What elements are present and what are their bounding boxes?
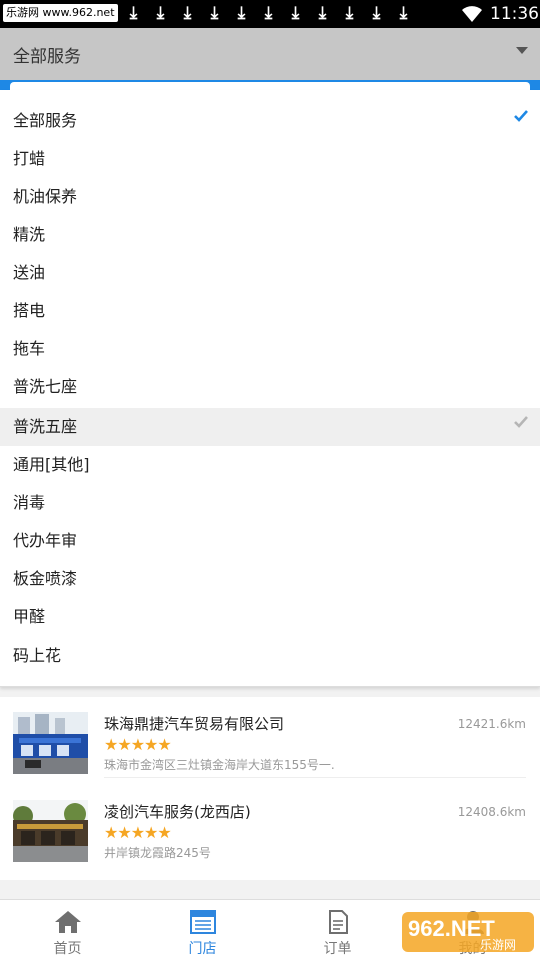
check-icon xyxy=(514,416,528,428)
watermark-logo-subtext: 乐游网 xyxy=(480,938,516,952)
nav-label: 门店 xyxy=(188,941,217,957)
option-fuel-delivery[interactable]: 送油 xyxy=(0,254,540,292)
status-bar: 乐游网 www.962.net ⤓ ⤓ ⤓ ⤓ ⤓ ⤓ ⤓ ⤓ ⤓ ⤓ ⤓ 11… xyxy=(0,0,540,28)
download-icon: ⤓ xyxy=(183,3,192,23)
option-general-other[interactable]: 通用[其他] xyxy=(0,446,540,484)
watermark-badge: 乐游网 www.962.net xyxy=(3,4,118,22)
option-label: 甲醛 xyxy=(13,607,46,626)
order-icon xyxy=(329,910,348,934)
chevron-down-icon xyxy=(516,47,528,54)
option-label: 通用[其他] xyxy=(13,455,90,474)
store-distance: 12421.6km xyxy=(457,717,526,731)
store-address: 珠海市金湾区三灶镇金海岸大道东155号一. xyxy=(104,758,335,772)
download-icon: ⤓ xyxy=(345,3,354,23)
store-photo xyxy=(13,712,88,774)
download-icon: ⤓ xyxy=(210,3,219,23)
store-distance: 12408.6km xyxy=(457,805,526,819)
home-icon xyxy=(55,911,81,933)
option-all-services[interactable]: 全部服务 xyxy=(0,102,540,140)
option-label: 精洗 xyxy=(13,225,46,244)
option-label: 送油 xyxy=(13,263,46,282)
download-icon: ⤓ xyxy=(372,3,381,23)
store-item[interactable]: 珠海鼎捷汽车贸易有限公司 12421.6km ★★★★★ 珠海市金湾区三灶镇金海… xyxy=(0,709,540,797)
rating-stars: ★★★★★ xyxy=(104,823,172,842)
download-icon: ⤓ xyxy=(291,3,300,23)
nav-label: 订单 xyxy=(323,941,352,957)
option-label: 代办年审 xyxy=(13,531,78,550)
watermark-logo: 962.NET 乐游网 xyxy=(402,912,534,952)
check-icon xyxy=(514,110,528,122)
option-wash-five-seat[interactable]: 普洗五座 xyxy=(0,408,540,446)
option-jump-start[interactable]: 搭电 xyxy=(0,292,540,330)
option-label: 板金喷漆 xyxy=(13,569,78,588)
store-item[interactable]: 凌创汽车服务(龙西店) 12408.6km ★★★★★ 井岸镇龙霞路245号 xyxy=(0,797,540,885)
option-annual-inspection[interactable]: 代办年审 xyxy=(0,522,540,560)
store-name: 凌创汽车服务(龙西店) xyxy=(104,803,251,821)
download-icon: ⤓ xyxy=(399,3,408,23)
option-ma-shang-hua[interactable]: 码上花 xyxy=(0,637,540,675)
search-bar-edge xyxy=(10,82,530,90)
option-label: 码上花 xyxy=(13,646,62,665)
store-address: 井岸镇龙霞路245号 xyxy=(104,846,211,860)
option-label: 全部服务 xyxy=(13,111,78,130)
download-icon: ⤓ xyxy=(156,3,165,23)
option-label: 拖车 xyxy=(13,339,46,358)
download-icon: ⤓ xyxy=(264,3,273,23)
store-icon xyxy=(190,910,216,934)
option-label: 机油保养 xyxy=(13,187,78,206)
download-icons: ⤓ ⤓ ⤓ ⤓ ⤓ ⤓ ⤓ ⤓ ⤓ ⤓ ⤓ xyxy=(120,2,417,26)
nav-orders[interactable]: 订单 xyxy=(270,900,405,960)
store-list: 珠海鼎捷汽车贸易有限公司 12421.6km ★★★★★ 珠海市金湾区三灶镇金海… xyxy=(0,697,540,880)
store-name: 珠海鼎捷汽车贸易有限公司 xyxy=(104,715,285,733)
rating-stars: ★★★★★ xyxy=(104,735,172,754)
clock: 11:36 xyxy=(490,4,539,24)
option-label: 打蜡 xyxy=(13,149,46,168)
option-label: 搭电 xyxy=(13,301,46,320)
option-label: 消毒 xyxy=(13,493,46,512)
service-dropdown-menu: 全部服务 打蜡 机油保养 精洗 送油 搭电 拖车 普洗七座 普洗五座 通用[其他… xyxy=(0,90,540,687)
nav-label: 首页 xyxy=(53,941,82,957)
option-tow[interactable]: 拖车 xyxy=(0,330,540,368)
option-fine-wash[interactable]: 精洗 xyxy=(0,216,540,254)
download-icon: ⤓ xyxy=(237,3,246,23)
selected-service: 全部服务 xyxy=(13,47,81,67)
option-wash-seven-seat[interactable]: 普洗七座 xyxy=(0,368,540,406)
option-oil-maintenance[interactable]: 机油保养 xyxy=(0,178,540,216)
download-icon: ⤓ xyxy=(318,3,327,23)
download-icon: ⤓ xyxy=(129,3,138,23)
option-formaldehyde[interactable]: 甲醛 xyxy=(0,598,540,636)
store-photo xyxy=(13,800,88,862)
option-disinfection[interactable]: 消毒 xyxy=(0,484,540,522)
service-filter-select[interactable]: 全部服务 xyxy=(0,28,540,80)
option-wax[interactable]: 打蜡 xyxy=(0,140,540,178)
option-label: 普洗五座 xyxy=(13,417,78,436)
divider xyxy=(104,777,526,778)
nav-store[interactable]: 门店 xyxy=(135,900,270,960)
wifi-icon xyxy=(462,6,482,22)
option-label: 普洗七座 xyxy=(13,377,78,396)
nav-home[interactable]: 首页 xyxy=(0,900,135,960)
option-body-paint[interactable]: 板金喷漆 xyxy=(0,560,540,598)
